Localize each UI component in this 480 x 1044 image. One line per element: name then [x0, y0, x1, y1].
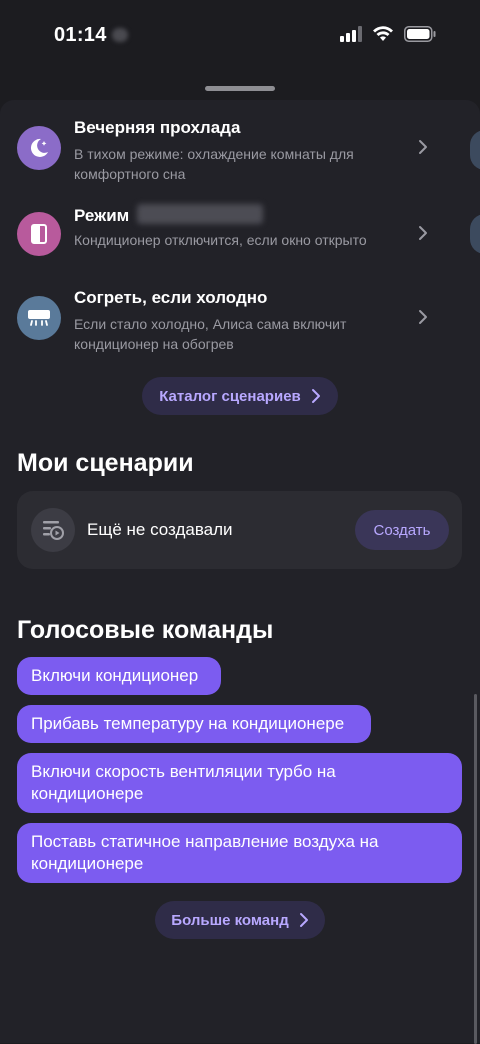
scenario-catalog-button[interactable]: Каталог сценариев: [142, 377, 338, 415]
voice-commands-title: Голосовые команды: [17, 616, 274, 644]
chevron-right-icon: [311, 389, 320, 403]
voice-command-chip[interactable]: Включи кондиционер: [17, 657, 221, 695]
window-icon: [17, 212, 61, 256]
chevron-right-icon: [419, 226, 427, 240]
voice-command-chip[interactable]: Прибавь температуру на кондиционере: [17, 705, 371, 743]
chevron-right-icon: [299, 913, 308, 927]
scenario-title-text: Режим: [74, 206, 130, 225]
status-notification-dot: [112, 28, 128, 42]
more-commands-label: Больше команд: [171, 911, 289, 929]
scenario-list-icon: [31, 508, 75, 552]
chevron-right-icon: [419, 140, 427, 154]
status-bar: 01:14: [0, 0, 480, 70]
voice-command-chip[interactable]: Включи скорость вентиляции турбо на конд…: [17, 753, 462, 813]
catalog-button-label: Каталог сценариев: [159, 387, 301, 405]
carousel-peek-card[interactable]: [470, 214, 480, 254]
my-scenarios-title: Мои сценарии: [17, 449, 194, 477]
moon-icon: [17, 126, 61, 170]
scenario-title: Вечерняя прохлада: [74, 118, 241, 137]
air-conditioner-icon: [17, 296, 61, 340]
status-icons: [340, 26, 436, 42]
empty-scenarios-label: Ещё не создавали: [87, 520, 233, 539]
scenario-description: Если стало холодно, Алиса сама включит к…: [74, 316, 347, 352]
cellular-signal-icon: [340, 26, 362, 42]
scenario-title: Режим: [74, 204, 264, 226]
scrollbar[interactable]: [474, 694, 477, 1044]
content-panel: Вечерняя прохлада В тихом режиме: охлажд…: [0, 100, 480, 1044]
carousel-peek-card[interactable]: [470, 130, 480, 170]
battery-icon: [404, 26, 436, 42]
scenario-description: В тихом режиме: охлаждение комнаты для к…: [74, 146, 354, 182]
more-commands-button[interactable]: Больше команд: [155, 901, 325, 939]
bottom-sheet: Вечерняя прохлада В тихом режиме: охлажд…: [0, 70, 480, 1044]
wifi-icon: [373, 26, 393, 41]
my-scenarios-card: Ещё не создавали Создать: [17, 491, 462, 569]
create-scenario-button[interactable]: Создать: [355, 510, 449, 550]
chevron-right-icon: [419, 310, 427, 324]
voice-command-chip[interactable]: Поставь статичное направление воздуха на…: [17, 823, 462, 883]
scenario-description: Кондиционер отключится, если окно открыт…: [74, 232, 367, 248]
scenario-title: Согреть, если холодно: [74, 288, 268, 307]
redacted-text: [137, 204, 264, 224]
sheet-grabber[interactable]: [205, 86, 275, 91]
status-time: 01:14: [54, 24, 107, 46]
